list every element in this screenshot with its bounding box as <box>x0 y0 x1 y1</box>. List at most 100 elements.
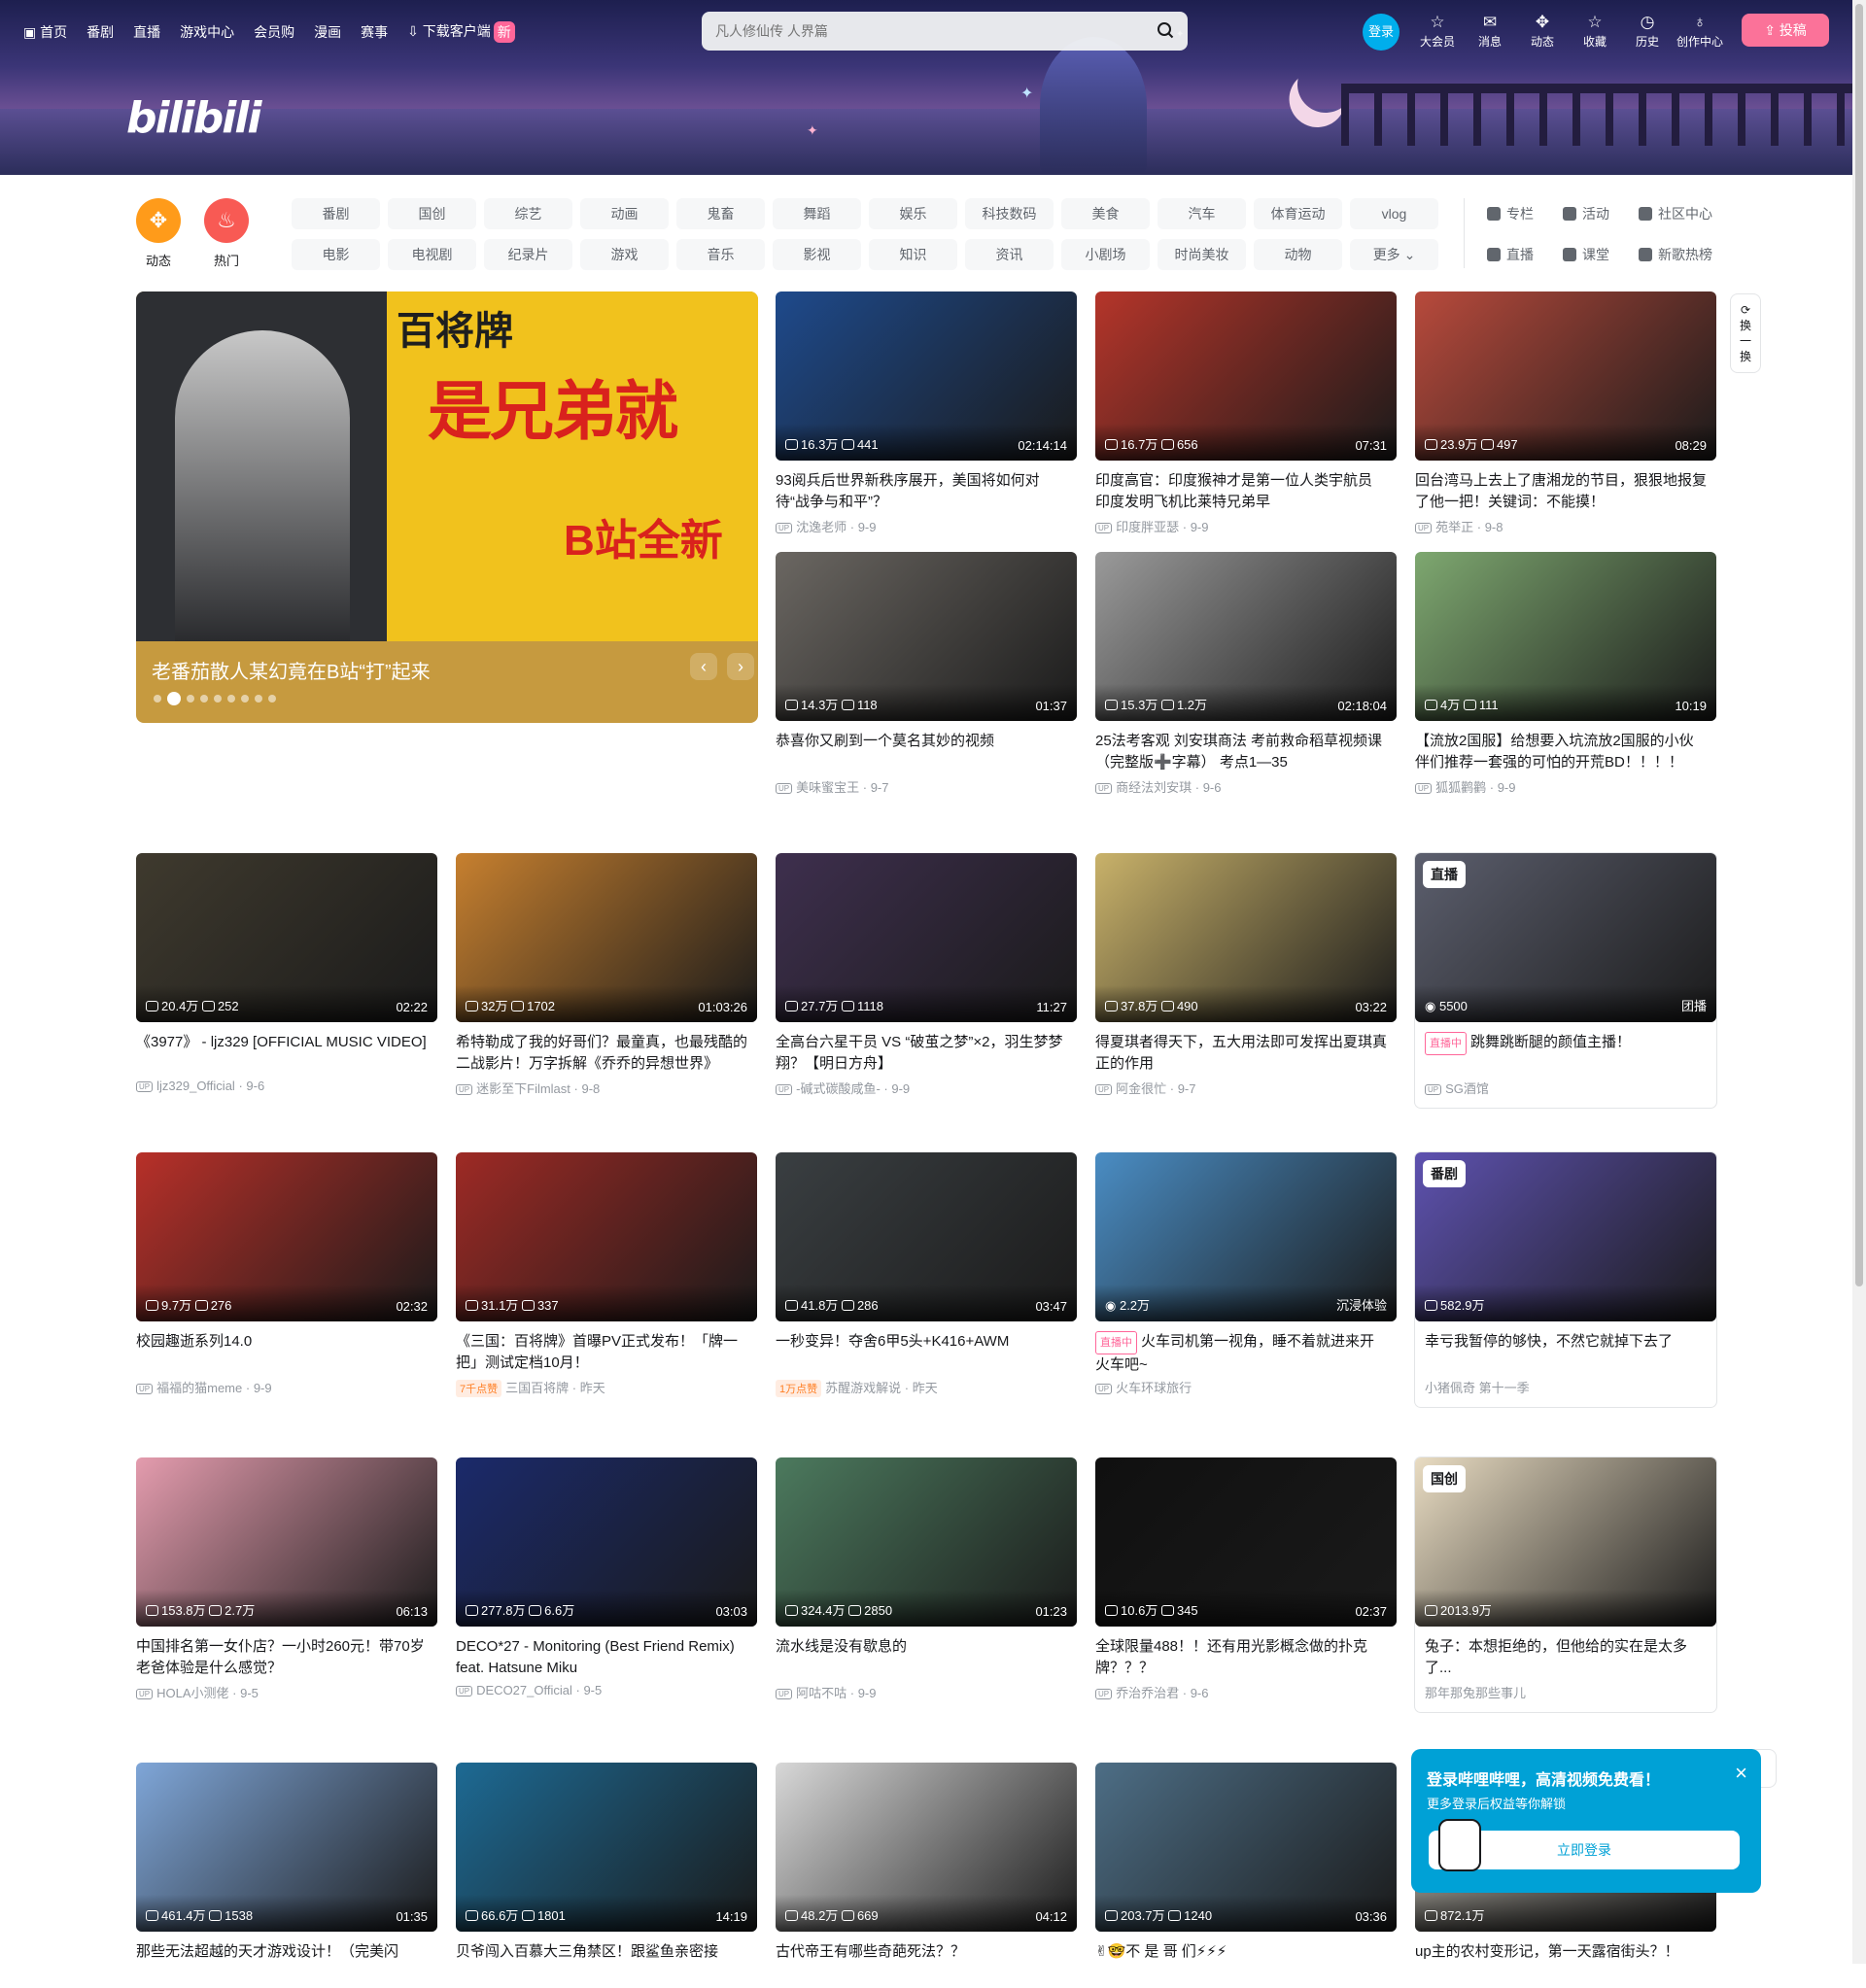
channel-chip[interactable]: 汽车 <box>1158 198 1246 229</box>
carousel-dot[interactable] <box>241 695 249 703</box>
scrollbar-thumb[interactable] <box>1855 4 1863 1286</box>
channel-chip[interactable]: 番剧 <box>292 198 380 229</box>
video-card[interactable]: 16.7万 656 07:31 印度高官：印度猴神才是第一位人类宇航员 印度发明飞机… <box>1095 291 1397 535</box>
video-card[interactable]: 41.8万 286 03:47 一秒变异！夺舍6甲5头+K416+AWM 1万点赞 苏醒… <box>776 1152 1077 1397</box>
carousel-dot[interactable] <box>268 695 276 703</box>
side-link[interactable]: 社区中心 <box>1639 198 1745 229</box>
video-title[interactable]: 中国排名第一女仆店？一小时260元！带70岁老爸体验是什么感觉？ <box>136 1636 428 1679</box>
video-title[interactable]: 《三国：百将牌》首曝PV正式发布！「牌一把」测试定档10月！ <box>456 1331 747 1374</box>
video-title[interactable]: DECO*27 - Monitoring (Best Friend Remix)… <box>456 1636 747 1679</box>
video-thumbnail[interactable]: 153.8万 2.7万 06:13 <box>136 1457 437 1627</box>
channel-chip[interactable]: 电影 <box>292 239 380 270</box>
video-thumbnail[interactable]: 16.7万 656 07:31 <box>1095 291 1397 461</box>
video-card[interactable]: 番剧 582.9万幸亏我暂停的够快，不然它就掉下去了小猪佩奇 第十一季 <box>1415 1152 1716 1407</box>
side-link[interactable]: 活动 <box>1563 198 1639 229</box>
video-thumbnail[interactable]: 37.8万 490 03:22 <box>1095 853 1397 1022</box>
video-title[interactable]: 古代帝王有哪些奇葩死法？？ <box>776 1941 1067 1984</box>
carousel-title[interactable]: 老番茄散人某幻竟在B站“打”起来 <box>152 656 431 684</box>
video-thumbnail[interactable]: 9.7万 276 02:32 <box>136 1152 437 1321</box>
nav-home[interactable]: ▣ 首页 <box>23 22 67 42</box>
video-title[interactable]: 兔子：本想拒绝的，但他给的实在是太多了... <box>1415 1636 1707 1679</box>
video-meta[interactable]: 小猪佩奇 第十一季 <box>1415 1378 1716 1396</box>
channel-chip[interactable]: 影视 <box>773 239 861 270</box>
video-card[interactable]: 4万 111 10:19 【流放2国服】给想要入坑流放2国服的小伙伴们推荐一套强的可… <box>1415 552 1716 796</box>
carousel-image[interactable]: 百将牌 是兄弟就 B站全新 <box>136 291 758 641</box>
channel-chip[interactable]: 更多 ⌄ <box>1350 239 1438 270</box>
search-bar[interactable] <box>702 12 1188 51</box>
search-input[interactable] <box>715 20 1133 42</box>
video-card[interactable]: 37.8万 490 03:22 得夏琪者得天下，五大用法即可发挥出夏琪真正的作用 UP… <box>1095 853 1397 1097</box>
video-meta[interactable]: UP 乔治乔治君 · 9-6 <box>1095 1683 1397 1701</box>
nav-game-center[interactable]: 游戏中心 <box>180 22 234 42</box>
nav-right-item[interactable]: ◷ 历史 <box>1621 12 1674 50</box>
channel-chip[interactable]: 资讯 <box>965 239 1054 270</box>
video-meta[interactable]: UP 福福的猫meme · 9-9 <box>136 1378 437 1396</box>
side-link[interactable]: 直播 <box>1487 239 1563 270</box>
hero-carousel[interactable]: 百将牌 是兄弟就 B站全新 老番茄散人某幻竟在B站“打”起来 ‹ › <box>136 291 758 723</box>
nav-download[interactable]: ⇩ 下载客户端新 <box>407 21 515 43</box>
video-card[interactable]: 32万 1702 01:03:26 希特勒成了我的好哥们？最童真，也最残酷的二战影片… <box>456 853 757 1097</box>
video-meta[interactable]: UP -碱式碳酸咸鱼- · 9-9 <box>776 1079 1077 1097</box>
page-scrollbar[interactable] <box>1852 0 1866 1964</box>
channel-chip[interactable]: 体育运动 <box>1254 198 1342 229</box>
channel-chip[interactable]: 游戏 <box>580 239 669 270</box>
carousel-dot[interactable] <box>200 695 208 703</box>
video-title[interactable]: 一秒变异！夺舍6甲5头+K416+AWM <box>776 1331 1067 1374</box>
nav-right-item[interactable]: ☆ 收藏 <box>1569 12 1621 50</box>
video-thumbnail[interactable]: 14.3万 118 01:37 <box>776 552 1077 721</box>
nav-vip-shop[interactable]: 会员购 <box>254 22 294 42</box>
video-meta[interactable]: UP 美味蜜宝王 · 9-7 <box>776 777 1077 796</box>
video-card[interactable]: 9.7万 276 02:32 校园趣逝系列14.0 UP 福福的猫meme · 9-9 <box>136 1152 437 1396</box>
video-meta[interactable]: UP DECO27_Official · 9-5 <box>456 1683 757 1697</box>
nav-right-item[interactable]: ✉ 消息 <box>1464 12 1516 50</box>
video-title[interactable]: 直播中 火车司机第一视角，睡不着就进来开火车吧~ <box>1095 1331 1387 1374</box>
video-thumbnail[interactable]: 番剧 582.9万 <box>1415 1152 1716 1321</box>
video-meta[interactable]: UP 阿咕不咕 · 9-9 <box>776 1683 1077 1701</box>
nav-right-item[interactable]: ✥ 动态 <box>1516 12 1569 50</box>
video-title[interactable]: 得夏琪者得天下，五大用法即可发挥出夏琪真正的作用 <box>1095 1032 1387 1075</box>
video-thumbnail[interactable]: 4万 111 10:19 <box>1415 552 1716 721</box>
video-card[interactable]: 10.6万 345 02:37 全球限量488！！还有用光影概念做的扑克牌？？？ UP… <box>1095 1457 1397 1701</box>
quick-dynamics[interactable]: ✥ 动态 <box>136 198 181 269</box>
video-title[interactable]: ✌🤓不 是 哥 们⚡⚡⚡ <box>1095 1941 1387 1984</box>
video-title[interactable]: 【流放2国服】给想要入坑流放2国服的小伙伴们推荐一套强的可怕的开荒BD！！！！ <box>1415 731 1707 773</box>
nav-anime[interactable]: 番剧 <box>86 22 114 42</box>
video-title[interactable]: 贝爷闯入百慕大三角禁区！跟鲨鱼亲密接 <box>456 1941 747 1984</box>
video-meta[interactable]: UP ljz329_Official · 9-6 <box>136 1079 437 1093</box>
video-meta[interactable]: UP 狐狐鹳鹳 · 9-9 <box>1415 777 1716 796</box>
video-title[interactable]: 希特勒成了我的好哥们？最童真，也最残酷的二战影片！万字拆解《乔乔的异想世界》 <box>456 1032 747 1075</box>
video-title[interactable]: 直播中 跳舞跳断腿的颜值主播！ <box>1415 1032 1707 1075</box>
channel-chip[interactable]: 动物 <box>1254 239 1342 270</box>
channel-chip[interactable]: 音乐 <box>676 239 765 270</box>
video-card[interactable]: 23.9万 497 08:29 回台湾马上去上了唐湘龙的节目，狠狠地报复了他一把！关… <box>1415 291 1716 535</box>
video-thumbnail[interactable]: 国创 2013.9万 <box>1415 1457 1716 1627</box>
carousel-dot[interactable] <box>227 695 235 703</box>
video-meta[interactable]: UP 沈逸老师 · 9-9 <box>776 517 1077 535</box>
video-thumbnail[interactable]: 324.4万 2850 01:23 <box>776 1457 1077 1627</box>
channel-chip[interactable]: 美食 <box>1061 198 1150 229</box>
video-title[interactable]: 25法考客观 刘安琪商法 考前救命稻草视频课（完整版➕字幕） 考点1—35 <box>1095 731 1387 773</box>
nav-right-item[interactable]: ♁ 创作中心 <box>1674 12 1726 50</box>
video-thumbnail[interactable]: 48.2万 669 04:12 <box>776 1763 1077 1932</box>
search-icon[interactable] <box>1157 21 1174 39</box>
channel-chip[interactable]: 综艺 <box>484 198 572 229</box>
video-meta[interactable]: UP 苑举正 · 9-8 <box>1415 517 1716 535</box>
bilibili-logo[interactable]: bilibili <box>126 93 261 143</box>
video-card[interactable]: 153.8万 2.7万 06:13 中国排名第一女仆店？一小时260元！带70岁老爸… <box>136 1457 437 1701</box>
channel-chip[interactable]: 电视剧 <box>388 239 476 270</box>
video-thumbnail[interactable]: 32万 1702 01:03:26 <box>456 853 757 1022</box>
carousel-prev-icon[interactable]: ‹ <box>690 653 717 680</box>
channel-chip[interactable]: 纪录片 <box>484 239 572 270</box>
video-title[interactable]: 全球限量488！！还有用光影概念做的扑克牌？？？ <box>1095 1636 1387 1679</box>
video-title[interactable]: 幸亏我暂停的够快，不然它就掉下去了 <box>1415 1331 1707 1374</box>
video-card[interactable]: 277.8万 6.6万 03:03 DECO*27 - Monitoring (Be… <box>456 1457 757 1697</box>
video-card[interactable]: 203.7万 1240 03:36 ✌🤓不 是 哥 们⚡⚡⚡ <box>1095 1763 1397 1988</box>
video-thumbnail[interactable]: 直播 ◉ 5500 团播 <box>1415 853 1716 1022</box>
video-meta[interactable]: UP 火车环球旅行 <box>1095 1378 1397 1396</box>
video-title[interactable]: 回台湾马上去上了唐湘龙的节目，狠狠地报复了他一把！关键词：不能摸！ <box>1415 470 1707 513</box>
channel-chip[interactable]: 国创 <box>388 198 476 229</box>
video-thumbnail[interactable]: 66.6万 1801 14:19 <box>456 1763 757 1932</box>
side-link[interactable]: 专栏 <box>1487 198 1563 229</box>
video-title[interactable]: 校园趣逝系列14.0 <box>136 1331 428 1374</box>
video-thumbnail[interactable]: 10.6万 345 02:37 <box>1095 1457 1397 1627</box>
